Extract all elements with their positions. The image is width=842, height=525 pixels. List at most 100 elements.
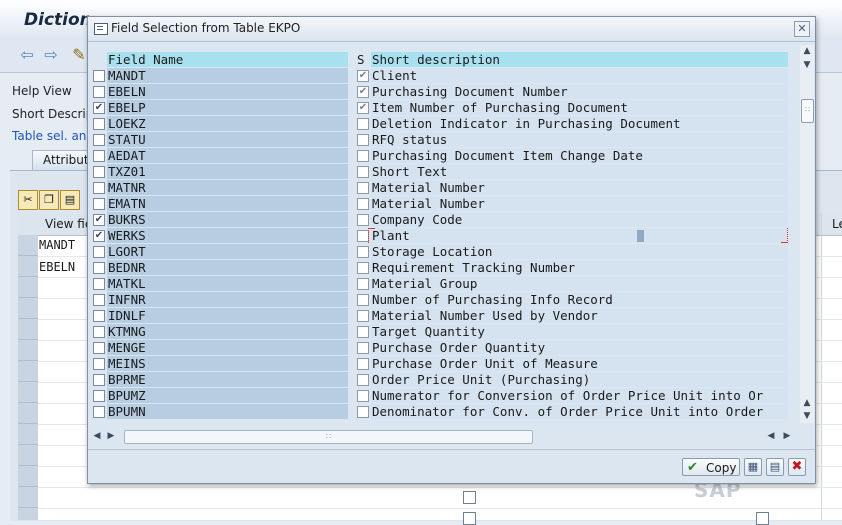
scroll-left-icon[interactable]: ◀ — [91, 428, 103, 444]
field-row[interactable]: EBELN ✔ Purchasing Document Number — [91, 84, 788, 100]
scroll-right-small-icon[interactable]: ▶ — [105, 428, 117, 444]
field-name-cell: INFNR — [107, 292, 348, 307]
field-name-cell: BPUMZ — [107, 388, 348, 403]
column-header-s: S — [357, 52, 365, 67]
select-all-icon[interactable]: ▦ — [744, 458, 762, 476]
scroll-right-icon[interactable]: ▶ — [781, 428, 793, 444]
field-row[interactable]: MEINS Purchase Order Unit of Measure — [91, 356, 788, 372]
field-row[interactable]: BPRME Order Price Unit (Purchasing) — [91, 372, 788, 388]
field-select-checkbox[interactable] — [93, 390, 105, 402]
field-row[interactable]: IDNLF Material Number Used by Vendor — [91, 308, 788, 324]
cut-icon[interactable]: ✂ — [18, 190, 38, 210]
field-select-checkbox[interactable] — [93, 198, 105, 210]
field-select-checkbox[interactable] — [93, 374, 105, 386]
copy-icon[interactable]: ❐ — [39, 190, 59, 210]
key-field-checkbox — [357, 166, 369, 178]
field-select-checkbox[interactable]: ✔ — [93, 102, 105, 114]
vertical-scrollbar[interactable]: ▲ ▼ ∷ ▲ ▼ — [800, 45, 814, 423]
field-row[interactable]: STATU RFQ status — [91, 132, 788, 148]
field-row[interactable]: MENGE Purchase Order Quantity — [91, 340, 788, 356]
edit-pencil-icon[interactable]: ✎ — [70, 46, 88, 64]
short-description-cell: Target Quantity — [371, 324, 788, 339]
grid-checkbox[interactable] — [463, 491, 476, 504]
short-description-cell: Material Number Used by Vendor — [371, 308, 788, 323]
scroll-top-icon[interactable]: ▼ — [800, 59, 814, 71]
field-select-checkbox[interactable] — [93, 326, 105, 338]
short-description-cell: Deletion Indicator in Purchasing Documen… — [371, 116, 788, 131]
paste-icon[interactable]: ▤ — [60, 190, 80, 210]
field-row[interactable]: ✔ EBELP ✔ Item Number of Purchasing Documen… — [91, 100, 788, 116]
grid-cell-field[interactable]: MANDT — [39, 238, 75, 252]
horizontal-scroll-thumb[interactable]: ∷ — [124, 430, 533, 444]
column-header-short-description: Short description — [371, 52, 788, 67]
field-name-cell: MANDT — [107, 68, 348, 83]
field-select-checkbox[interactable] — [93, 134, 105, 146]
field-select-checkbox[interactable] — [93, 166, 105, 178]
short-description-cell: Client — [371, 68, 788, 83]
field-select-checkbox[interactable] — [93, 150, 105, 162]
vertical-scroll-thumb[interactable]: ∷ — [801, 99, 814, 123]
short-description-cell: Requirement Tracking Number — [371, 260, 788, 275]
table-selection-link[interactable]: Table sel. and — [12, 129, 94, 143]
close-icon[interactable]: ✕ — [794, 21, 810, 37]
scroll-bottom-icon[interactable]: ▼ — [800, 410, 814, 422]
field-name-cell: WERKS — [107, 228, 348, 243]
field-name-cell: MENGE — [107, 340, 348, 355]
short-description-cell: Purchase Order Unit of Measure — [371, 356, 788, 371]
field-name-cell: BUKRS — [107, 212, 348, 227]
field-select-checkbox[interactable] — [93, 182, 105, 194]
field-row[interactable]: KTMNG Target Quantity — [91, 324, 788, 340]
field-select-checkbox[interactable] — [93, 86, 105, 98]
field-select-checkbox[interactable] — [93, 278, 105, 290]
field-name-cell: EBELP — [107, 100, 348, 115]
field-row[interactable]: INFNR Number of Purchasing Info Record — [91, 292, 788, 308]
key-field-checkbox — [357, 358, 369, 370]
field-row[interactable]: MATKL Material Group — [91, 276, 788, 292]
field-row[interactable]: ✔ WERKS Plant — [91, 228, 788, 244]
field-row[interactable]: LGORT Storage Location — [91, 244, 788, 260]
field-row[interactable]: BPUMZ Numerator for Conversion of Order P… — [91, 388, 788, 404]
grid-cell-field[interactable]: EBELN — [39, 260, 75, 274]
key-field-checkbox — [357, 326, 369, 338]
copy-button[interactable]: ✔ Copy — [682, 458, 740, 476]
field-select-checkbox[interactable] — [93, 262, 105, 274]
cancel-icon[interactable]: ✖ — [788, 458, 806, 476]
field-name-cell: BPUMN — [107, 404, 348, 419]
short-description-cell: Material Number — [371, 196, 788, 211]
field-row[interactable]: LOEKZ Deletion Indicator in Purchasing Do… — [91, 116, 788, 132]
field-row[interactable]: EMATN Material Number — [91, 196, 788, 212]
field-select-checkbox[interactable] — [93, 294, 105, 306]
field-selection-dialog: Field Selection from Table EKPO ✕ Field … — [87, 16, 816, 484]
field-select-checkbox[interactable] — [93, 342, 105, 354]
deselect-all-icon[interactable]: ▤ — [766, 458, 784, 476]
field-select-checkbox[interactable] — [93, 246, 105, 258]
field-select-checkbox[interactable] — [93, 310, 105, 322]
field-row[interactable]: BEDNR Requirement Tracking Number — [91, 260, 788, 276]
field-select-checkbox[interactable] — [93, 118, 105, 130]
scroll-up-icon[interactable]: ▲ — [800, 45, 814, 57]
row-selector-column[interactable] — [18, 235, 38, 520]
forward-arrow-icon[interactable]: ⇨ — [42, 46, 60, 64]
field-row[interactable]: BPUMN Denominator for Conv. of Order Pric… — [91, 404, 788, 420]
field-row[interactable]: MANDT ✔ Client — [91, 68, 788, 84]
key-field-checkbox — [357, 390, 369, 402]
grid-checkbox[interactable] — [463, 512, 476, 525]
field-row[interactable]: AEDAT Purchasing Document Item Change Dat… — [91, 148, 788, 164]
horizontal-scrollbar[interactable]: ◀ ▶ ∷ ◀ ▶ — [91, 428, 797, 444]
field-name-cell: STATU — [107, 132, 348, 147]
key-field-checkbox — [357, 214, 369, 226]
field-row[interactable]: ✔ BUKRS Company Code — [91, 212, 788, 228]
back-arrow-icon[interactable]: ⇦ — [18, 46, 36, 64]
scroll-left-end-icon[interactable]: ◀ — [765, 428, 777, 444]
field-select-checkbox[interactable] — [93, 358, 105, 370]
field-select-checkbox[interactable]: ✔ — [93, 214, 105, 226]
field-row[interactable]: TXZ01 Short Text — [91, 164, 788, 180]
field-select-checkbox[interactable]: ✔ — [93, 230, 105, 242]
field-row[interactable]: MATNR Material Number — [91, 180, 788, 196]
scroll-down-icon[interactable]: ▲ — [800, 397, 814, 409]
grid-checkbox[interactable] — [756, 512, 769, 525]
key-field-checkbox — [357, 342, 369, 354]
field-select-checkbox[interactable] — [93, 406, 105, 418]
field-list: Field Name S Short description MANDT ✔ Cli… — [91, 50, 788, 422]
field-select-checkbox[interactable] — [93, 70, 105, 82]
